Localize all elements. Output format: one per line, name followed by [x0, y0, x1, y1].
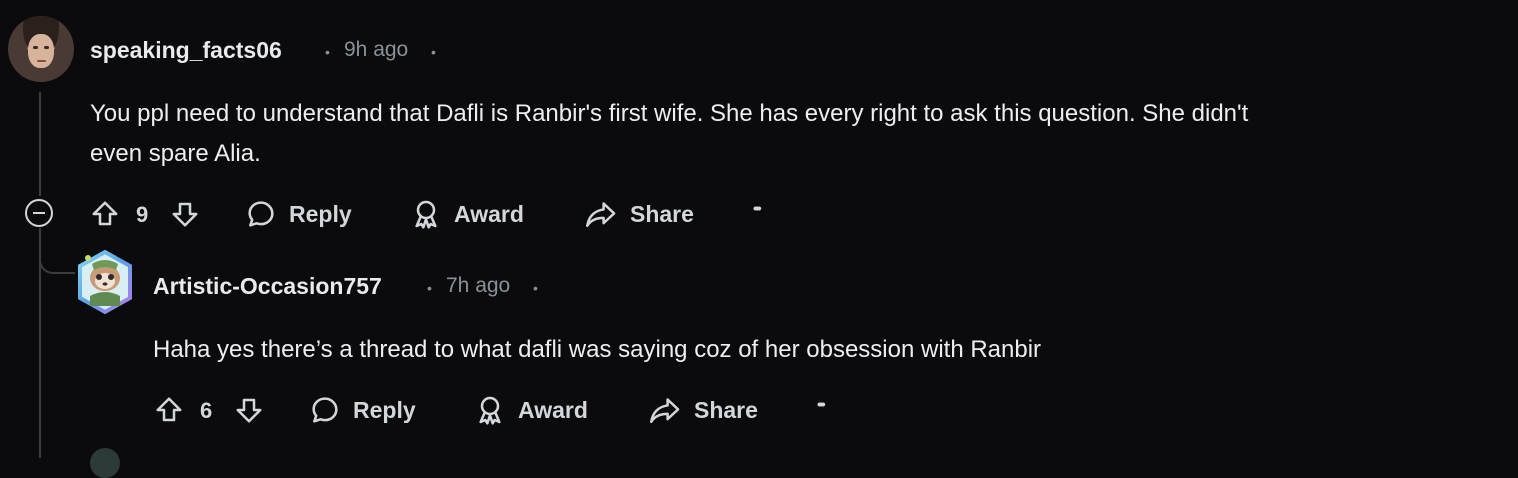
comment-bubble-icon [312, 397, 338, 423]
award-button[interactable]: Award [474, 394, 588, 426]
share-button[interactable]: Share [584, 198, 694, 230]
vote-count: 9 [136, 202, 149, 227]
comment-body-line: You ppl need to understand that Dafli is… [90, 100, 1249, 127]
comment-bubble-icon [248, 201, 274, 227]
avatar-next-comment[interactable] [90, 448, 120, 478]
avatar-speaking-facts06[interactable] [8, 16, 74, 82]
comment-author[interactable]: Artistic-Occasion757 [153, 273, 382, 300]
share-label: Share [694, 396, 758, 423]
reply-label: Reply [353, 396, 416, 423]
meta-dot: • [533, 280, 538, 296]
meta-dot: • [431, 44, 436, 60]
comment-author[interactable]: speaking_facts06 [90, 37, 282, 64]
award-button[interactable]: Award [410, 198, 524, 230]
downvote-icon[interactable] [234, 395, 264, 430]
comment-body-line: even spare Alia. [90, 140, 261, 167]
reply-button[interactable]: Reply [309, 394, 416, 426]
thread-elbow [39, 228, 75, 274]
share-button[interactable]: Share [648, 394, 758, 426]
reply-button[interactable]: Reply [245, 198, 352, 230]
more-options-button[interactable]: ••• [753, 200, 762, 216]
avatar-artistic-occasion757[interactable] [76, 248, 134, 318]
award-ribbon-icon [479, 396, 501, 425]
comment-body: You ppl need to understand that Dafli is… [90, 94, 1510, 174]
more-options-button[interactable]: ••• [817, 396, 826, 412]
meta-dot: • [325, 44, 330, 60]
comment-body: Haha yes there’s a thread to what dafli … [153, 330, 1453, 370]
share-arrow-icon [650, 398, 680, 424]
comment-body-line: Haha yes there’s a thread to what dafli … [153, 336, 1042, 363]
collapse-thread-button[interactable] [25, 199, 53, 227]
meta-dot: • [427, 280, 432, 296]
award-label: Award [518, 396, 588, 423]
upvote-icon[interactable] [154, 395, 184, 430]
downvote-icon[interactable] [170, 199, 200, 234]
award-label: Award [454, 200, 524, 227]
reply-label: Reply [289, 200, 352, 227]
share-arrow-icon [586, 202, 616, 228]
comment-timestamp[interactable]: 7h ago [446, 274, 510, 298]
upvote-icon[interactable] [90, 199, 120, 234]
thread-line-main [39, 92, 41, 196]
comment-timestamp[interactable]: 9h ago [344, 38, 408, 62]
award-ribbon-icon [415, 200, 437, 229]
share-label: Share [630, 200, 694, 227]
vote-count: 6 [200, 398, 213, 423]
